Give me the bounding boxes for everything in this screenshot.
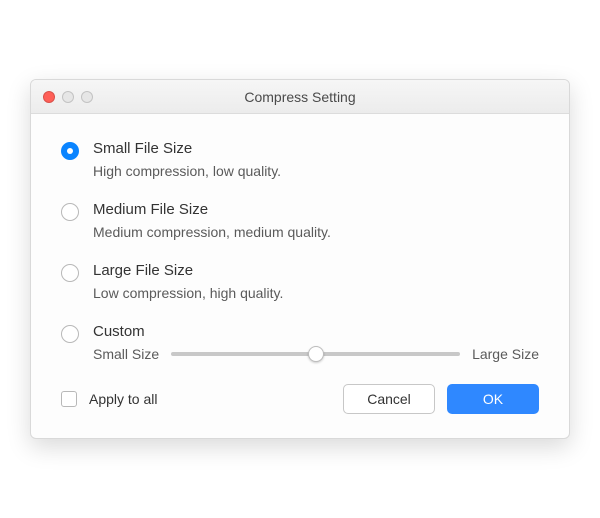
compress-settings-dialog: Compress Setting Small File Size High co… (30, 79, 570, 439)
dialog-footer: Apply to all Cancel OK (61, 384, 539, 414)
option-title: Large File Size (93, 262, 539, 279)
titlebar: Compress Setting (31, 80, 569, 114)
option-text: Medium File Size Medium compression, med… (93, 201, 539, 240)
close-icon[interactable] (43, 91, 55, 103)
radio-custom[interactable] (61, 325, 79, 343)
option-medium-file-size[interactable]: Medium File Size Medium compression, med… (61, 201, 539, 240)
ok-button-label: OK (483, 391, 503, 407)
ok-button[interactable]: OK (447, 384, 539, 414)
size-slider[interactable] (171, 352, 460, 356)
option-title: Custom (93, 323, 539, 340)
option-text: Large File Size Low compression, high qu… (93, 262, 539, 301)
slider-max-label: Large Size (472, 346, 539, 362)
minimize-icon[interactable] (62, 91, 74, 103)
apply-to-all-label: Apply to all (89, 391, 331, 407)
option-large-file-size[interactable]: Large File Size Low compression, high qu… (61, 262, 539, 301)
window-title: Compress Setting (41, 89, 559, 105)
window-controls (43, 91, 93, 103)
option-text: Custom Small Size Large Size (93, 323, 539, 362)
cancel-button-label: Cancel (367, 391, 411, 407)
radio-large-file-size[interactable] (61, 264, 79, 282)
radio-small-file-size[interactable] (61, 142, 79, 160)
custom-slider-row: Small Size Large Size (93, 346, 539, 362)
slider-min-label: Small Size (93, 346, 159, 362)
option-custom[interactable]: Custom Small Size Large Size (61, 323, 539, 362)
maximize-icon[interactable] (81, 91, 93, 103)
option-small-file-size[interactable]: Small File Size High compression, low qu… (61, 140, 539, 179)
option-desc: Low compression, high quality. (93, 285, 539, 301)
option-text: Small File Size High compression, low qu… (93, 140, 539, 179)
apply-to-all-checkbox[interactable] (61, 391, 77, 407)
option-title: Small File Size (93, 140, 539, 157)
dialog-content: Small File Size High compression, low qu… (31, 114, 569, 438)
slider-thumb-icon[interactable] (308, 346, 324, 362)
radio-medium-file-size[interactable] (61, 203, 79, 221)
cancel-button[interactable]: Cancel (343, 384, 435, 414)
option-desc: Medium compression, medium quality. (93, 224, 539, 240)
option-desc: High compression, low quality. (93, 163, 539, 179)
option-title: Medium File Size (93, 201, 539, 218)
